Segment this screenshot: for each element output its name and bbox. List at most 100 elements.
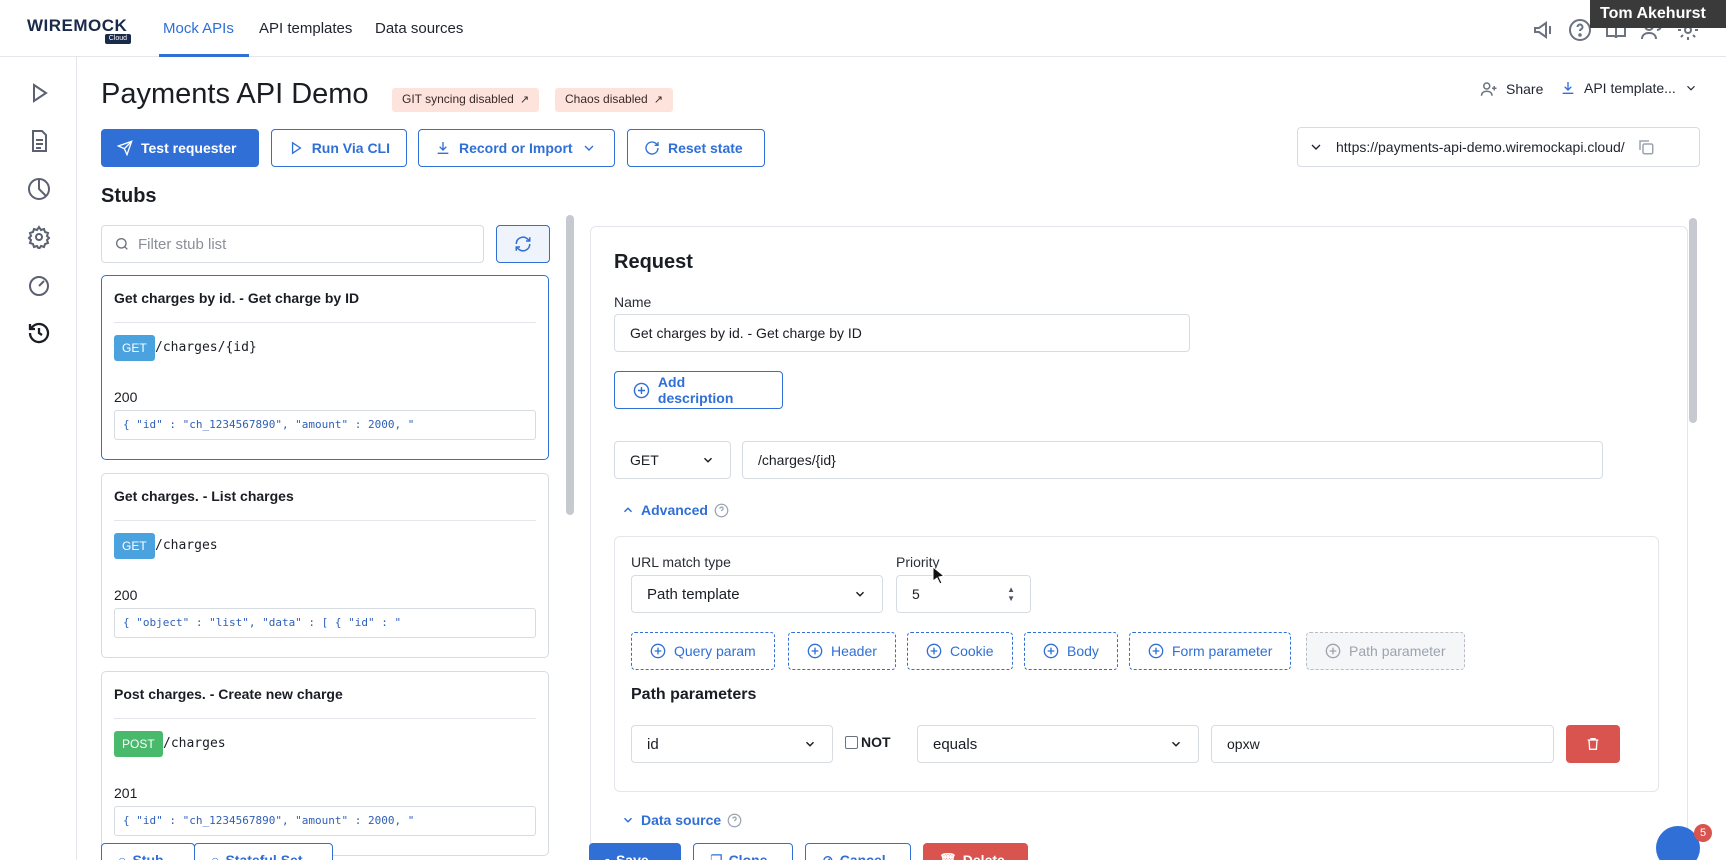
- path-param-name: id: [647, 735, 659, 753]
- method-badge: POST: [114, 731, 163, 757]
- data-source-toggle[interactable]: Data source: [621, 812, 742, 828]
- path-param-value-input[interactable]: opxw: [1211, 725, 1554, 763]
- advanced-toggle[interactable]: Advanced: [621, 502, 729, 518]
- pie-chart-icon[interactable]: [27, 177, 51, 201]
- plus-circle-icon: [650, 643, 666, 659]
- nav-tab-data-sources[interactable]: Data sources: [375, 20, 463, 37]
- send-icon: [117, 140, 133, 156]
- clone-button[interactable]: ❐ Clone: [693, 843, 793, 860]
- document-icon[interactable]: [27, 129, 51, 153]
- megaphone-icon[interactable]: [1532, 18, 1556, 42]
- path-param-name-select[interactable]: id: [631, 725, 833, 763]
- chip-label: Header: [831, 643, 877, 659]
- stubs-heading: Stubs: [101, 185, 157, 207]
- add-form-parameter-button[interactable]: Form parameter: [1129, 632, 1292, 670]
- path-param-operator-select[interactable]: equals: [917, 725, 1199, 763]
- git-sync-tag[interactable]: GIT syncing disabled ↗: [392, 88, 540, 112]
- checkbox[interactable]: [845, 735, 858, 749]
- not-checkbox[interactable]: NOT: [845, 734, 891, 750]
- test-requester-button[interactable]: Test requester: [101, 129, 259, 167]
- app-root: WIREMOCK Cloud Mock APIs API templates D…: [0, 0, 1726, 860]
- help-circle-icon[interactable]: [1568, 18, 1592, 42]
- plus-circle-icon: [633, 382, 650, 398]
- stepper-arrows-icon[interactable]: ▲ ▼: [1007, 585, 1015, 603]
- cancel-button[interactable]: ⊘ Cancel: [805, 843, 911, 860]
- add-header-button[interactable]: Header: [788, 632, 896, 670]
- page-title: Payments API Demo: [101, 78, 369, 110]
- trash-icon: 🗑: [939, 851, 957, 860]
- record-or-import-label: Record or Import: [459, 140, 573, 156]
- share-label: Share: [1506, 81, 1544, 97]
- refresh-stubs-button[interactable]: [496, 225, 550, 263]
- nav-tab-api-templates[interactable]: API templates: [259, 20, 352, 37]
- history-icon[interactable]: [27, 321, 51, 345]
- method-badge: GET: [114, 335, 155, 361]
- add-query-param-button[interactable]: Query param: [631, 632, 775, 670]
- chaos-tag[interactable]: Chaos disabled ↗: [555, 88, 673, 112]
- name-value: Get charges by id. - Get charge by ID: [630, 325, 862, 341]
- play-icon[interactable]: [27, 81, 51, 105]
- add-path-parameter-button[interactable]: Path parameter: [1306, 632, 1465, 670]
- chip-label: Body: [1067, 643, 1099, 659]
- reset-state-button[interactable]: Reset state: [627, 129, 765, 167]
- help-circle-icon[interactable]: [714, 503, 729, 518]
- plus-circle-icon: [1325, 643, 1341, 659]
- url-input[interactable]: /charges/{id}: [742, 441, 1603, 479]
- path-param-value: opxw: [1227, 736, 1260, 752]
- add-body-button[interactable]: Body: [1024, 632, 1118, 670]
- gauge-icon[interactable]: [27, 273, 51, 297]
- stub-card[interactable]: Post charges. - Create new charge POST /…: [101, 671, 549, 856]
- chevron-down-icon: [584, 145, 594, 151]
- method-badge: GET: [114, 533, 155, 559]
- delete-button[interactable]: 🗑 Delete: [923, 843, 1028, 860]
- filter-stub-input[interactable]: Filter stub list: [101, 225, 484, 263]
- chevron-down-icon: [805, 741, 815, 747]
- mouse-cursor-icon: [932, 566, 946, 584]
- priority-value: 5: [912, 586, 920, 602]
- stub-card[interactable]: Get charges by id. - Get charge by ID GE…: [101, 275, 549, 460]
- base-url-text: https://payments-api-demo.wiremockapi.cl…: [1336, 139, 1625, 155]
- save-button[interactable]: ▪ Save: [589, 843, 681, 860]
- chevron-down-icon[interactable]: [1308, 139, 1324, 155]
- chevron-up-icon: [623, 507, 633, 513]
- trash-icon: [1587, 738, 1599, 750]
- url-match-type-value: Path template: [647, 585, 740, 603]
- refresh-icon: [645, 141, 659, 155]
- name-input[interactable]: Get charges by id. - Get charge by ID: [614, 314, 1190, 352]
- user-name-badge: Tom Akehurst: [1590, 0, 1726, 28]
- settings-icon[interactable]: [27, 225, 51, 251]
- add-cookie-button[interactable]: Cookie: [907, 632, 1013, 670]
- base-url-box[interactable]: https://payments-api-demo.wiremockapi.cl…: [1297, 127, 1700, 167]
- run-via-cli-label: Run Via CLI: [311, 140, 390, 156]
- copy-icon[interactable]: [1637, 138, 1655, 156]
- chip-label: Query param: [674, 643, 756, 659]
- help-circle-icon[interactable]: [727, 813, 742, 828]
- copy-icon: ❐: [710, 851, 723, 860]
- run-via-cli-button[interactable]: Run Via CLI: [271, 129, 407, 167]
- name-label: Name: [614, 294, 652, 310]
- stub-toggle-button[interactable]: ○ Stub: [101, 843, 195, 860]
- left-rail: [0, 57, 77, 860]
- wiremock-logo[interactable]: WIREMOCK Cloud: [27, 17, 133, 44]
- download-icon: [1562, 82, 1574, 94]
- stub-title: Get charges by id. - Get charge by ID: [114, 290, 360, 306]
- api-template-dropdown[interactable]: API template...: [1560, 80, 1698, 96]
- stub-list-scrollbar[interactable]: [566, 215, 574, 515]
- url-match-type-select[interactable]: Path template: [631, 575, 883, 613]
- delete-path-param-button[interactable]: [1566, 725, 1620, 763]
- refresh-icon: [515, 236, 531, 252]
- stub-card[interactable]: Get charges. - List charges GET /charges…: [101, 473, 549, 658]
- chevron-down-icon: [1686, 85, 1695, 91]
- nav-tab-mock-apis[interactable]: Mock APIs: [163, 20, 234, 37]
- test-requester-label: Test requester: [141, 140, 237, 156]
- record-or-import-button[interactable]: Record or Import: [418, 129, 615, 167]
- plus-circle-icon: [1043, 643, 1059, 659]
- plus-circle-icon: [807, 643, 823, 659]
- request-panel-scrollbar[interactable]: [1689, 218, 1697, 423]
- save-label: Save: [615, 852, 649, 860]
- add-description-button[interactable]: Add description: [614, 371, 783, 409]
- share-button[interactable]: Share: [1480, 80, 1543, 98]
- priority-input[interactable]: 5 ▲ ▼: [896, 575, 1031, 613]
- method-select[interactable]: GET: [614, 441, 731, 479]
- stateful-set-toggle-button[interactable]: ○ Stateful Set: [194, 843, 333, 860]
